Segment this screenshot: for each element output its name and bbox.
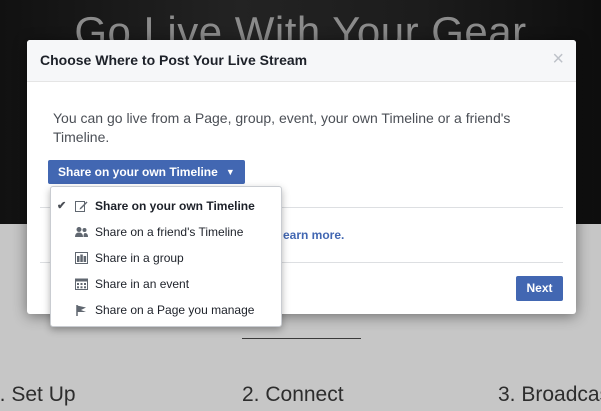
calendar-icon [75, 278, 88, 290]
flag-icon [76, 305, 86, 316]
dialog-description: You can go live from a Page, group, even… [53, 110, 511, 145]
share-destination-menu: ✔ Share on your own Timeline Share on a … [50, 186, 282, 327]
dialog-header: Choose Where to Post Your Live Stream × [27, 40, 576, 82]
menu-item-label: Share in an event [95, 277, 190, 291]
learn-more-link[interactable]: earn more. [283, 228, 344, 242]
menu-item-label: Share on a friend's Timeline [95, 225, 244, 239]
share-destination-dropdown[interactable]: Share on your own Timeline ▼ [48, 160, 245, 184]
checkmark-icon: ✔ [57, 200, 67, 212]
step-broadcast: 3. Broadcast [498, 383, 601, 406]
menu-item-label: Share in a group [95, 251, 184, 265]
caret-down-icon: ▼ [225, 167, 235, 177]
menu-item-label: Share on your own Timeline [95, 199, 255, 213]
edit-icon [75, 201, 88, 212]
share-destination-label: Share on your own Timeline [58, 165, 218, 179]
dialog-title: Choose Where to Post Your Live Stream [40, 52, 308, 68]
menu-item-label: Share on a Page you manage [95, 303, 255, 317]
menu-item-own-timeline[interactable]: ✔ Share on your own Timeline [51, 193, 281, 219]
menu-item-friends-timeline[interactable]: Share on a friend's Timeline [51, 219, 281, 245]
friends-icon [75, 227, 88, 237]
menu-item-page[interactable]: Share on a Page you manage [51, 297, 281, 323]
step-setup: 1. Set Up [0, 383, 76, 406]
step-connect: 2. Connect [242, 383, 344, 406]
close-icon[interactable]: × [552, 49, 564, 69]
menu-item-event[interactable]: Share in an event [51, 271, 281, 297]
next-button[interactable]: Next [516, 276, 563, 301]
section-divider [242, 338, 361, 339]
group-icon [75, 252, 88, 264]
menu-item-group[interactable]: Share in a group [51, 245, 281, 271]
